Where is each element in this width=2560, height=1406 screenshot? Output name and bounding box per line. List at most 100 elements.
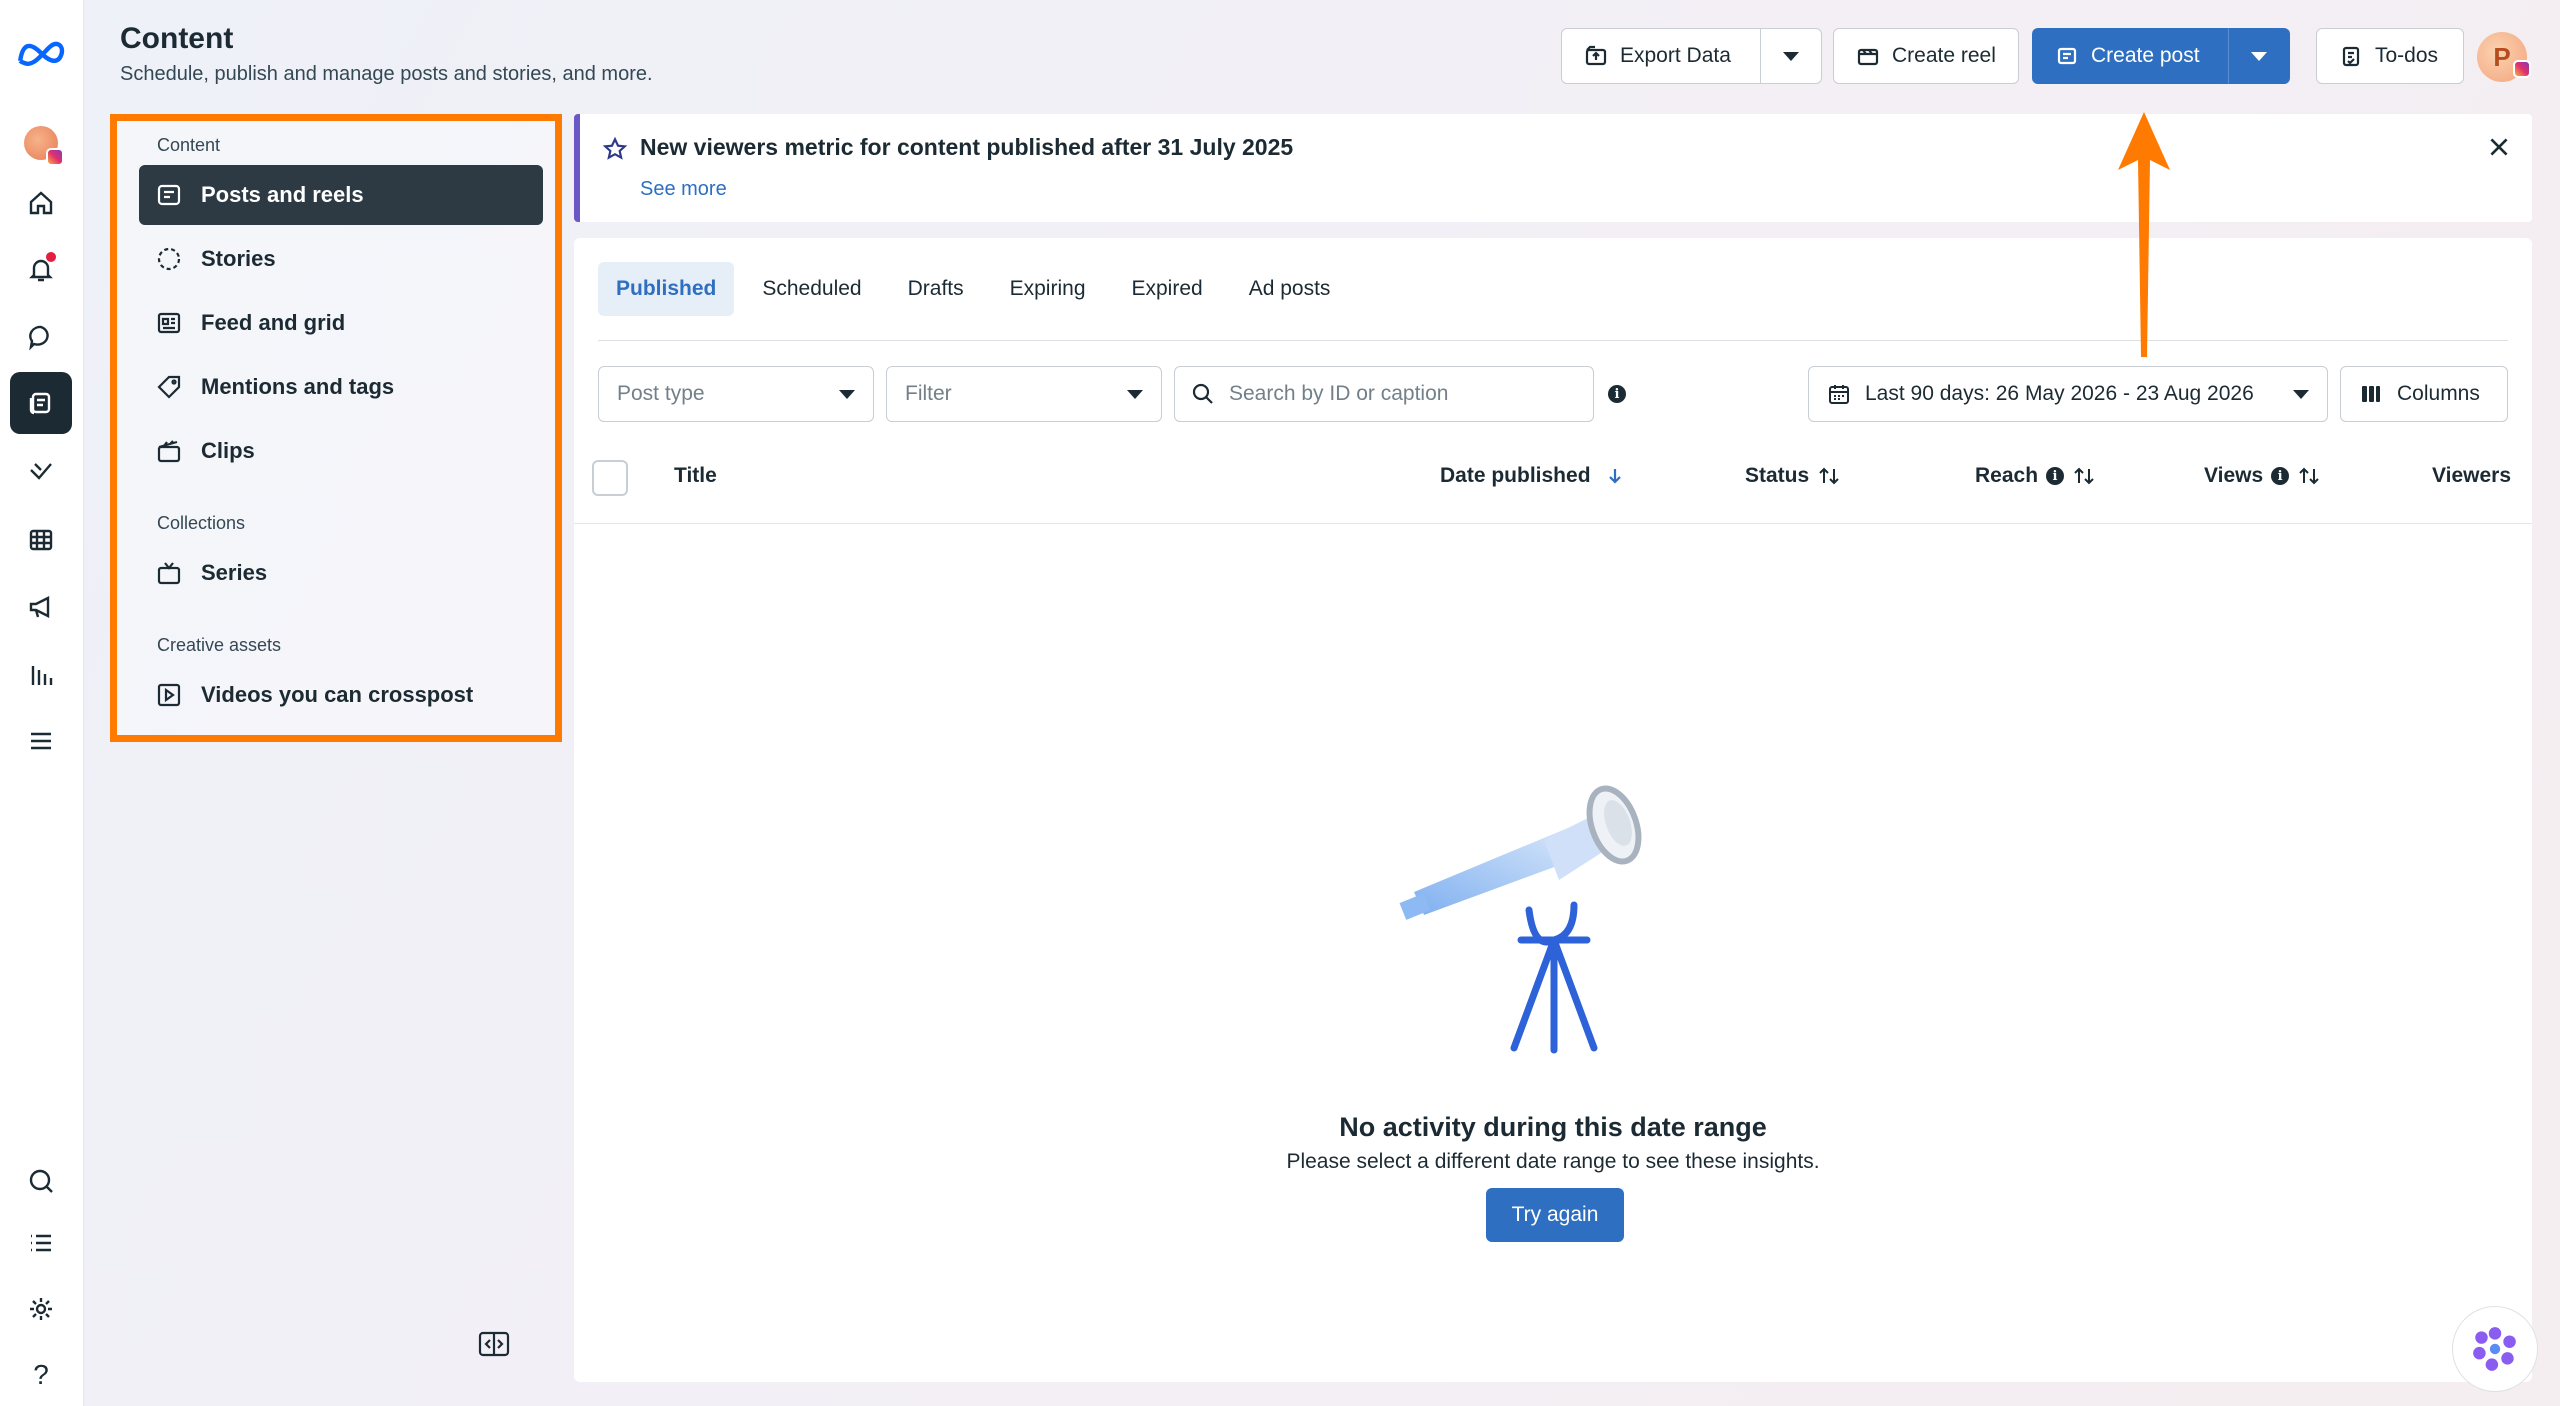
megaphone-icon xyxy=(29,596,50,618)
tab-scheduled[interactable]: Scheduled xyxy=(744,262,879,316)
chevron-down-icon xyxy=(839,389,855,399)
date-range-select[interactable]: Last 90 days: 26 May 2026 - 23 Aug 2026 xyxy=(1808,366,2328,422)
stories-icon xyxy=(157,247,181,271)
post-type-value: Post type xyxy=(617,382,705,405)
info-icon[interactable]: i xyxy=(1608,385,1626,403)
search-input[interactable] xyxy=(1229,382,1569,406)
info-icon[interactable]: i xyxy=(2046,467,2065,485)
create-reel-button[interactable]: Create reel xyxy=(1833,28,2019,84)
rail-calendar[interactable] xyxy=(10,508,72,570)
tab-expiring[interactable]: Expiring xyxy=(992,262,1104,316)
tabs-divider xyxy=(598,340,2508,341)
empty-state-title: No activity during this date range xyxy=(1339,1112,1767,1142)
rail-content[interactable] xyxy=(10,372,72,434)
filter-value: Filter xyxy=(905,382,952,405)
info-icon[interactable]: i xyxy=(2271,467,2290,485)
try-again-button[interactable]: Try again xyxy=(1486,1188,1624,1242)
sidebar-item-label: Posts and reels xyxy=(201,182,364,207)
sort-down-icon xyxy=(1608,469,1621,484)
sidebar-item-mentions-and-tags[interactable]: Mentions and tags xyxy=(139,357,543,417)
meta-logo-icon xyxy=(18,41,65,66)
rail-notifications[interactable] xyxy=(10,238,72,300)
column-status[interactable]: Status xyxy=(1745,464,1841,488)
calendar-icon xyxy=(29,529,53,551)
export-data-button[interactable]: Export Data xyxy=(1561,28,1761,84)
search-box xyxy=(1174,366,1594,422)
rail-all-tools[interactable] xyxy=(10,1212,72,1274)
export-data-dropdown[interactable] xyxy=(1760,28,1822,84)
content-sidenav: Content Posts and reels Stories Feed and… xyxy=(110,114,562,742)
column-label: Date published xyxy=(1440,464,1591,487)
collapse-sidebar-icon xyxy=(478,1331,510,1357)
see-more-link[interactable]: See more xyxy=(640,178,727,201)
rail-settings[interactable] xyxy=(10,1278,72,1340)
chevron-down-icon xyxy=(1783,51,1799,61)
sidebar-item-label: Mentions and tags xyxy=(201,374,395,399)
tv-icon xyxy=(157,562,181,585)
columns-label: Columns xyxy=(2397,382,2480,405)
create-post-dropdown[interactable] xyxy=(2228,28,2290,84)
select-all-checkbox[interactable] xyxy=(592,460,628,496)
tab-ad-posts[interactable]: Ad posts xyxy=(1231,262,1349,316)
post-icon xyxy=(2057,47,2077,65)
profile-avatar[interactable]: P xyxy=(2477,32,2531,82)
rail-help[interactable]: ? xyxy=(10,1344,72,1406)
avatar xyxy=(24,126,64,166)
search-icon xyxy=(29,1169,53,1193)
avatar-initial: P xyxy=(2493,41,2511,72)
tab-published[interactable]: Published xyxy=(598,262,735,316)
sidebar-item-posts-and-reels[interactable]: Posts and reels xyxy=(139,165,543,225)
sidebar-item-label: Series xyxy=(201,560,268,585)
notification-dot xyxy=(46,252,56,262)
rail-inbox[interactable] xyxy=(10,306,72,368)
close-icon[interactable] xyxy=(2486,134,2512,160)
tab-expired[interactable]: Expired xyxy=(1114,262,1221,316)
menu-icon xyxy=(31,732,51,750)
columns-button[interactable]: Columns xyxy=(2340,366,2508,422)
post-icon xyxy=(157,184,181,206)
instagram-icon xyxy=(46,148,64,166)
sidebar-item-label: Videos you can crosspost xyxy=(201,682,474,707)
rail-ads[interactable] xyxy=(10,576,72,638)
create-post-button[interactable]: Create post xyxy=(2032,28,2228,84)
tab-drafts[interactable]: Drafts xyxy=(890,262,982,316)
todos-label: To-dos xyxy=(2375,44,2439,67)
sidebar-item-clips[interactable]: Clips xyxy=(139,421,543,481)
rail-search[interactable] xyxy=(10,1150,72,1212)
column-title[interactable]: Title xyxy=(674,464,717,488)
rail-insights[interactable] xyxy=(10,644,72,706)
chevron-down-icon xyxy=(2293,389,2309,399)
collapse-sidebar-button[interactable] xyxy=(478,1330,510,1363)
account-avatar[interactable] xyxy=(10,112,72,174)
calendar-icon xyxy=(1829,385,1849,404)
clapperboard-icon xyxy=(157,440,181,463)
export-data-label: Export Data xyxy=(1620,44,1731,67)
announcement-banner: New viewers metric for content published… xyxy=(574,114,2532,222)
sidebar-item-stories[interactable]: Stories xyxy=(139,229,543,289)
create-reel-label: Create reel xyxy=(1892,44,1996,67)
sidebar-item-series[interactable]: Series xyxy=(139,543,543,603)
sidebar-item-videos-crosspost[interactable]: Videos you can crosspost xyxy=(139,665,543,725)
column-reach[interactable]: Reach i xyxy=(1975,464,2096,488)
telescope-illustration xyxy=(1399,785,1642,1054)
rail-menu[interactable] xyxy=(10,710,72,772)
nav-section-collections: Collections xyxy=(157,513,246,533)
chevron-down-icon xyxy=(2251,51,2267,61)
chat-bubble-icon xyxy=(29,325,49,351)
post-type-select[interactable]: Post type xyxy=(598,366,874,422)
column-viewers[interactable]: Viewers xyxy=(2432,464,2511,488)
rail-planner[interactable] xyxy=(10,440,72,502)
page-subtitle: Schedule, publish and manage posts and s… xyxy=(120,63,653,85)
todos-button[interactable]: To-dos xyxy=(2316,28,2464,84)
content-icon xyxy=(29,392,51,415)
planner-icon xyxy=(30,463,52,480)
assistant-button[interactable] xyxy=(2452,1306,2538,1392)
banner-title: New viewers metric for content published… xyxy=(640,134,1294,160)
column-date-published[interactable]: Date published xyxy=(1440,464,1625,488)
rail-home[interactable] xyxy=(10,172,72,234)
filter-select[interactable]: Filter xyxy=(886,366,1162,422)
column-views[interactable]: Views i xyxy=(2204,464,2321,488)
sidebar-item-feed-and-grid[interactable]: Feed and grid xyxy=(139,293,543,353)
page-title: Content xyxy=(120,22,234,55)
meta-logo[interactable] xyxy=(10,22,72,84)
